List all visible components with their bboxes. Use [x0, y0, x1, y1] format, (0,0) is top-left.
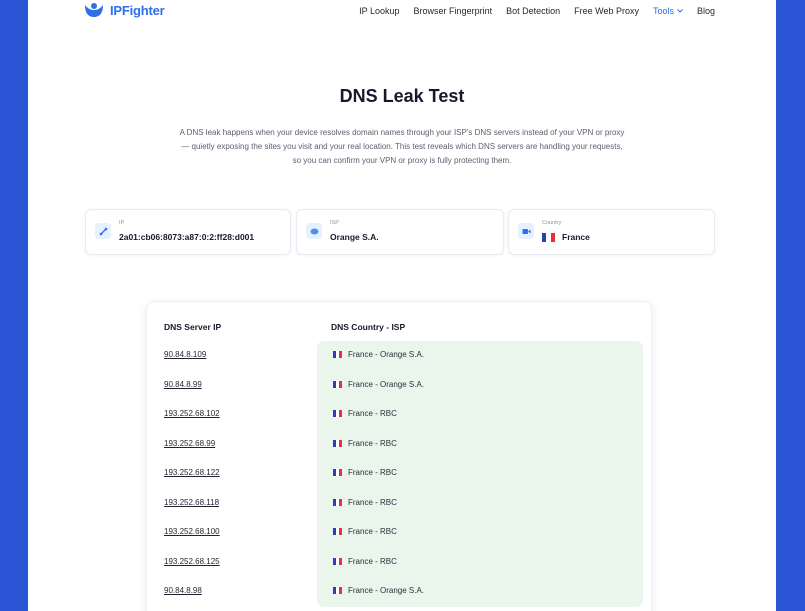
- table-row: 193.252.68.125 France - RBC: [147, 548, 651, 577]
- nav-browser-fingerprint[interactable]: Browser Fingerprint: [414, 6, 493, 16]
- column-header-dns-country-isp: DNS Country - ISP: [331, 322, 406, 332]
- dns-country-isp-text: France - Orange S.A.: [348, 586, 425, 595]
- dns-server-ip-link[interactable]: 193.252.68.99: [164, 439, 215, 448]
- dns-server-ip-link[interactable]: 193.252.68.118: [164, 498, 219, 507]
- dns-server-ip-link[interactable]: 193.252.68.122: [164, 468, 220, 477]
- nav-ip-lookup[interactable]: IP Lookup: [359, 6, 399, 16]
- country-value-wrap: France: [542, 232, 590, 243]
- logo[interactable]: IPFighter: [83, 2, 165, 18]
- page-title: DNS Leak Test: [339, 86, 465, 106]
- france-flag-icon: [542, 233, 555, 243]
- france-flag-icon: [333, 380, 342, 388]
- dns-results-table: DNS Server IP DNS Country - ISP 90.84.8.…: [146, 301, 652, 611]
- dns-server-ip-link[interactable]: 193.252.68.125: [164, 557, 220, 566]
- table-row: 193.252.68.102 France - RBC: [147, 400, 651, 429]
- dns-country-isp-text: France - RBC: [348, 438, 397, 448]
- dns-country-isp: France - RBC: [333, 468, 397, 477]
- dns-country-isp: France - RBC: [333, 557, 397, 566]
- nav-blog[interactable]: Blog: [697, 6, 715, 16]
- france-flag-icon: [333, 557, 342, 565]
- dns-country-isp-text: France - RBC: [348, 497, 397, 507]
- country-value: France: [562, 232, 590, 242]
- nav-bot-detection[interactable]: Bot Detection: [506, 6, 560, 16]
- france-flag-icon: [333, 498, 342, 506]
- dns-country-isp-text: France - RBC: [348, 527, 397, 536]
- dns-country-isp: France - RBC: [333, 527, 397, 536]
- france-flag-icon: [333, 439, 342, 447]
- camera-icon: [518, 223, 534, 239]
- country-label: Country: [542, 220, 562, 226]
- france-flag-icon: [333, 528, 342, 535]
- intro-text: A DNS leak happens when your device reso…: [179, 128, 625, 165]
- nav-tools-label: Tools: [652, 6, 674, 16]
- dns-country-isp: France - Orange S.A.: [333, 380, 424, 389]
- chevron-down-icon: [677, 9, 683, 13]
- logo-text: IPFighter: [110, 2, 165, 18]
- dns-country-isp: France - Orange S.A.: [333, 350, 424, 359]
- nav-tools-dropdown[interactable]: Tools: [653, 6, 683, 16]
- france-flag-icon: [333, 351, 342, 358]
- ip-value: 2a01:cb06:8073:a87:0:2:ff28:d001: [119, 232, 255, 242]
- ip-card: IP 2a01:cb06:8073:a87:0:2:ff28:d001: [85, 209, 291, 255]
- table-row: 193.252.68.122 France - RBC: [147, 459, 651, 488]
- isp-card: ISP Orange S.A.: [296, 209, 504, 255]
- dns-server-ip-link[interactable]: 90.84.8.98: [164, 586, 202, 595]
- dns-country-isp-text: France - RBC: [348, 409, 397, 418]
- dns-server-ip-link[interactable]: 193.252.68.100: [164, 527, 220, 536]
- dns-server-ip-link[interactable]: 193.252.68.102: [164, 409, 220, 418]
- france-flag-icon: [333, 469, 342, 476]
- dns-country-isp: France - RBC: [333, 409, 397, 418]
- table-row: 193.252.68.118 France - RBC: [147, 489, 651, 518]
- isp-label: ISP: [330, 220, 339, 226]
- logo-icon: [85, 3, 103, 17]
- table-row: 193.252.68.99 France - RBC: [147, 430, 651, 459]
- nav-free-web-proxy[interactable]: Free Web Proxy: [574, 6, 639, 16]
- server-icon: [306, 223, 322, 239]
- dns-country-isp-text: France - RBC: [348, 468, 397, 477]
- dns-country-isp: France - RBC: [333, 439, 397, 448]
- dns-server-ip-link[interactable]: 90.84.8.109: [164, 350, 206, 359]
- isp-value: Orange S.A.: [330, 232, 379, 242]
- page: IPFighter IP Lookup Browser Fingerprint …: [28, 0, 776, 611]
- dns-country-isp-text: France - RBC: [348, 556, 397, 566]
- table-row: 90.84.8.109 France - Orange S.A.: [147, 341, 651, 370]
- link-icon: [95, 223, 111, 239]
- dns-country-isp-text: France - Orange S.A.: [348, 350, 425, 359]
- country-card: Country France: [508, 209, 715, 255]
- table-row: 90.84.8.98 France - Orange S.A.: [147, 577, 651, 606]
- france-flag-icon: [333, 410, 342, 417]
- table-row: 193.252.68.100 France - RBC: [147, 518, 651, 547]
- table-row: 90.84.8.99 France - Orange S.A.: [147, 371, 651, 400]
- dns-server-ip-link[interactable]: 90.84.8.99: [164, 380, 202, 389]
- dns-country-isp-text: France - Orange S.A.: [348, 379, 425, 389]
- dns-country-isp: France - RBC: [333, 498, 397, 507]
- main-nav: IP Lookup Browser Fingerprint Bot Detect…: [359, 6, 715, 16]
- france-flag-icon: [333, 587, 342, 594]
- column-header-dns-server-ip: DNS Server IP: [164, 322, 222, 332]
- dns-country-isp: France - Orange S.A.: [333, 586, 424, 595]
- site-header: IPFighter IP Lookup Browser Fingerprint …: [28, 0, 776, 26]
- ip-label: IP: [119, 220, 125, 226]
